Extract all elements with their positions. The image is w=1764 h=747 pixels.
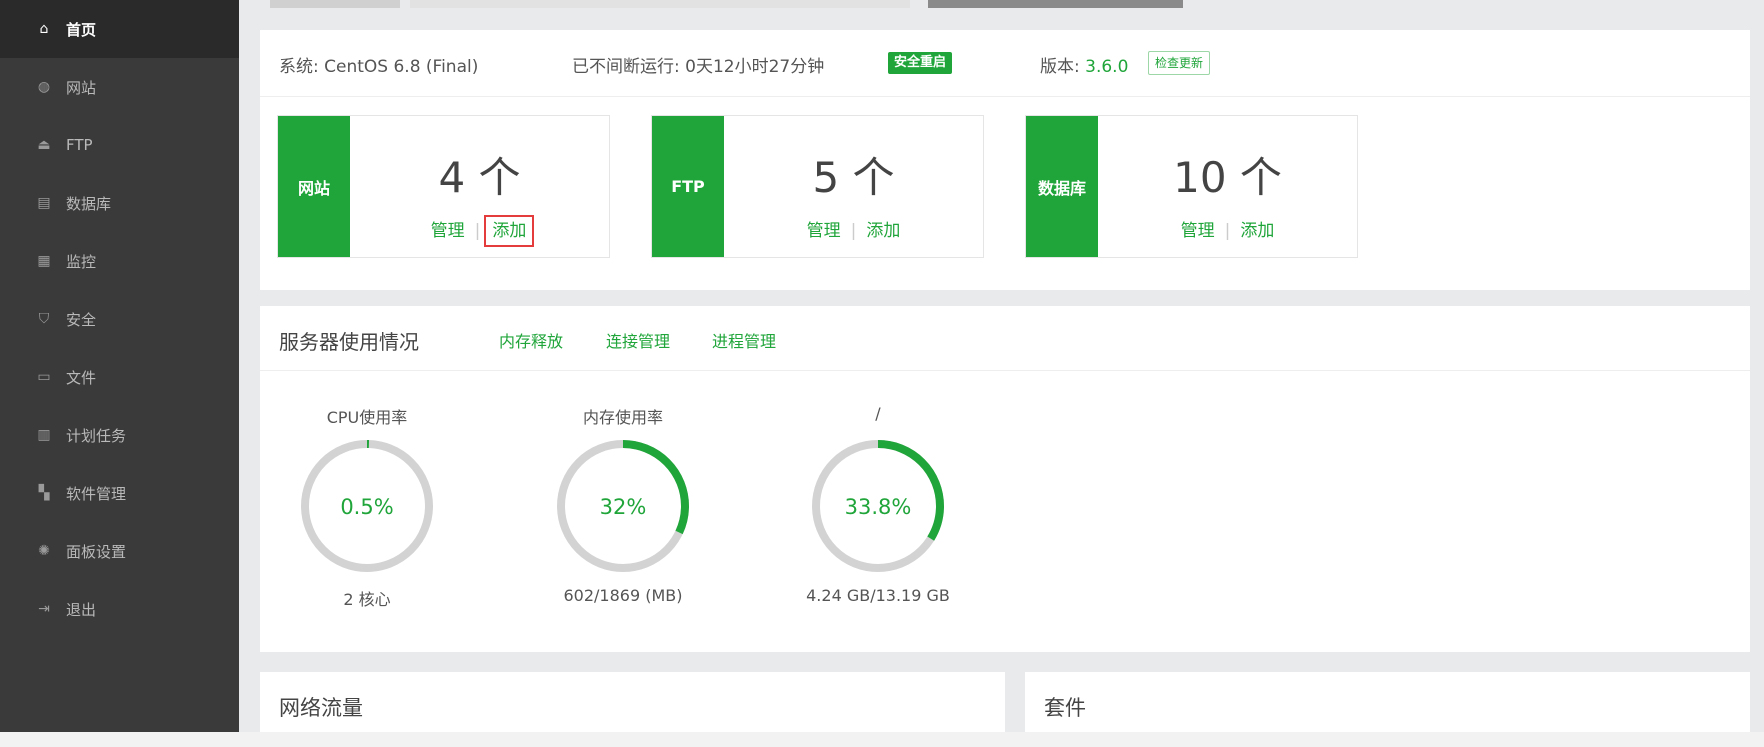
gauge-sub: 602/1869 (MB) <box>563 586 683 605</box>
stat-card-website: 网站 4 个 管理 | 添加 <box>277 115 610 258</box>
gauge-title: 内存使用率 <box>582 408 663 427</box>
stat-count: 10 个 <box>1173 153 1282 202</box>
manage-link[interactable]: 管理 <box>807 221 841 241</box>
gauge-sub: 2 核心 <box>343 590 391 609</box>
sidebar-item-label: 软件管理 <box>66 484 127 503</box>
folder-icon: ▭ <box>37 369 51 385</box>
gauge-value: 0.5% <box>340 495 393 519</box>
system-info-bar: 系统: CentOS 6.8 (Final) 已不间断运行: 0天12小时27分… <box>260 30 1750 97</box>
ftp-icon: ⏏ <box>37 137 51 153</box>
sidebar-item-cron[interactable]: ▥ 计划任务 <box>0 406 239 464</box>
top-strip-block <box>928 0 1183 8</box>
sidebar: ⌂ 首页 ◍ 网站 ⏏ FTP ▤ 数据库 ▦ 监控 ⛉ 安全 ▭ 文件 ▥ 计… <box>0 0 239 732</box>
monitor-icon: ▦ <box>37 253 51 269</box>
sidebar-item-database[interactable]: ▤ 数据库 <box>0 174 239 232</box>
gauge-title: CPU使用率 <box>326 408 408 427</box>
separator: | <box>1224 221 1231 241</box>
globe-icon: ◍ <box>37 79 51 95</box>
gauge-value: 33.8% <box>845 495 912 519</box>
logout-icon: ⇥ <box>38 601 50 617</box>
stat-actions: 管理 | 添加 <box>1098 216 1357 241</box>
gauge-sub: 4.24 GB/13.19 GB <box>806 586 950 605</box>
memory-release-link[interactable]: 内存释放 <box>499 328 563 352</box>
network-title: 网络流量 <box>279 696 363 720</box>
sidebar-item-security[interactable]: ⛉ 安全 <box>0 290 239 348</box>
stat-tag: 网站 <box>278 116 350 257</box>
sidebar-item-label: 文件 <box>66 368 97 387</box>
sidebar-item-label: 面板设置 <box>66 542 127 561</box>
sidebar-item-label: 数据库 <box>66 194 112 213</box>
gauge-ring: 33.8% <box>812 440 944 572</box>
sidebar-item-home[interactable]: ⌂ 首页 <box>0 0 239 58</box>
sidebar-item-label: 安全 <box>66 310 97 329</box>
process-manage-link[interactable]: 进程管理 <box>712 328 776 352</box>
sidebar-item-label: 监控 <box>66 252 97 271</box>
apps-icon: ▚ <box>38 485 50 501</box>
gear-icon: ✺ <box>38 543 50 559</box>
stat-actions: 管理 | 添加 <box>724 216 983 241</box>
sidebar-item-label: 退出 <box>66 600 97 619</box>
add-link[interactable]: 添加 <box>866 221 900 241</box>
status-bar <box>0 732 1764 747</box>
kit-title: 套件 <box>1044 696 1086 720</box>
add-link-highlighted[interactable]: 添加 <box>484 215 535 247</box>
usage-header: 服务器使用情况 内存释放 连接管理 进程管理 <box>260 306 1750 371</box>
database-icon: ▤ <box>37 195 51 211</box>
top-strip <box>0 0 1764 8</box>
sidebar-item-software[interactable]: ▚ 软件管理 <box>0 464 239 522</box>
sidebar-item-website[interactable]: ◍ 网站 <box>0 58 239 116</box>
top-strip-block <box>410 0 910 8</box>
separator: | <box>474 221 481 241</box>
uptime-label: 已不间断运行: 0天12小时27分钟 <box>572 57 825 77</box>
stat-count: 5 个 <box>812 153 895 202</box>
stat-tag: 数据库 <box>1026 116 1098 257</box>
sidebar-item-files[interactable]: ▭ 文件 <box>0 348 239 406</box>
sidebar-item-label: 网站 <box>66 78 97 97</box>
add-link[interactable]: 添加 <box>1240 221 1274 241</box>
gauge-ring: 32% <box>557 440 689 572</box>
usage-title: 服务器使用情况 <box>279 330 419 354</box>
sidebar-item-label: FTP <box>66 136 93 154</box>
shield-icon: ⛉ <box>38 311 50 327</box>
sidebar-item-settings[interactable]: ✺ 面板设置 <box>0 522 239 580</box>
manage-link[interactable]: 管理 <box>1181 221 1215 241</box>
sidebar-item-monitor[interactable]: ▦ 监控 <box>0 232 239 290</box>
top-strip-block <box>270 0 400 8</box>
calendar-icon: ▥ <box>37 427 51 443</box>
stat-count: 4 个 <box>438 153 521 202</box>
version-prefix: 版本: <box>1040 57 1086 77</box>
separator: | <box>850 221 857 241</box>
gauge-cpu: CPU使用率 0.5% 2 核心 <box>282 404 452 610</box>
sidebar-item-ftp[interactable]: ⏏ FTP <box>0 116 239 174</box>
gauge-value: 32% <box>600 495 647 519</box>
version-label: 版本: 3.6.0 <box>1040 52 1128 77</box>
check-update-button[interactable]: 检查更新 <box>1148 51 1211 75</box>
home-icon: ⌂ <box>39 21 49 37</box>
sidebar-item-logout[interactable]: ⇥ 退出 <box>0 580 239 638</box>
gauge-ring: 0.5% <box>301 440 433 572</box>
stat-card-database: 数据库 10 个 管理 | 添加 <box>1025 115 1358 258</box>
version-value: 3.6.0 <box>1085 57 1129 77</box>
connection-manage-link[interactable]: 连接管理 <box>606 328 670 352</box>
stat-card-ftp: FTP 5 个 管理 | 添加 <box>651 115 984 258</box>
stat-tag: FTP <box>652 116 724 257</box>
gauge-memory: 内存使用率 32% 602/1869 (MB) <box>538 404 708 605</box>
safe-restart-button[interactable]: 安全重启 <box>888 52 953 74</box>
gauge-title: / <box>875 404 881 423</box>
server-usage-panel: 服务器使用情况 内存释放 连接管理 进程管理 CPU使用率 0.5% 2 核心 … <box>260 306 1750 652</box>
gauge-disk: / 33.8% 4.24 GB/13.19 GB <box>793 404 963 605</box>
manage-link[interactable]: 管理 <box>431 221 465 241</box>
os-label: 系统: CentOS 6.8 (Final) <box>279 57 479 77</box>
sidebar-item-label: 计划任务 <box>66 426 127 445</box>
stat-actions: 管理 | 添加 <box>350 215 609 247</box>
system-panel: 系统: CentOS 6.8 (Final) 已不间断运行: 0天12小时27分… <box>260 30 1750 290</box>
sidebar-item-label: 首页 <box>66 20 97 39</box>
